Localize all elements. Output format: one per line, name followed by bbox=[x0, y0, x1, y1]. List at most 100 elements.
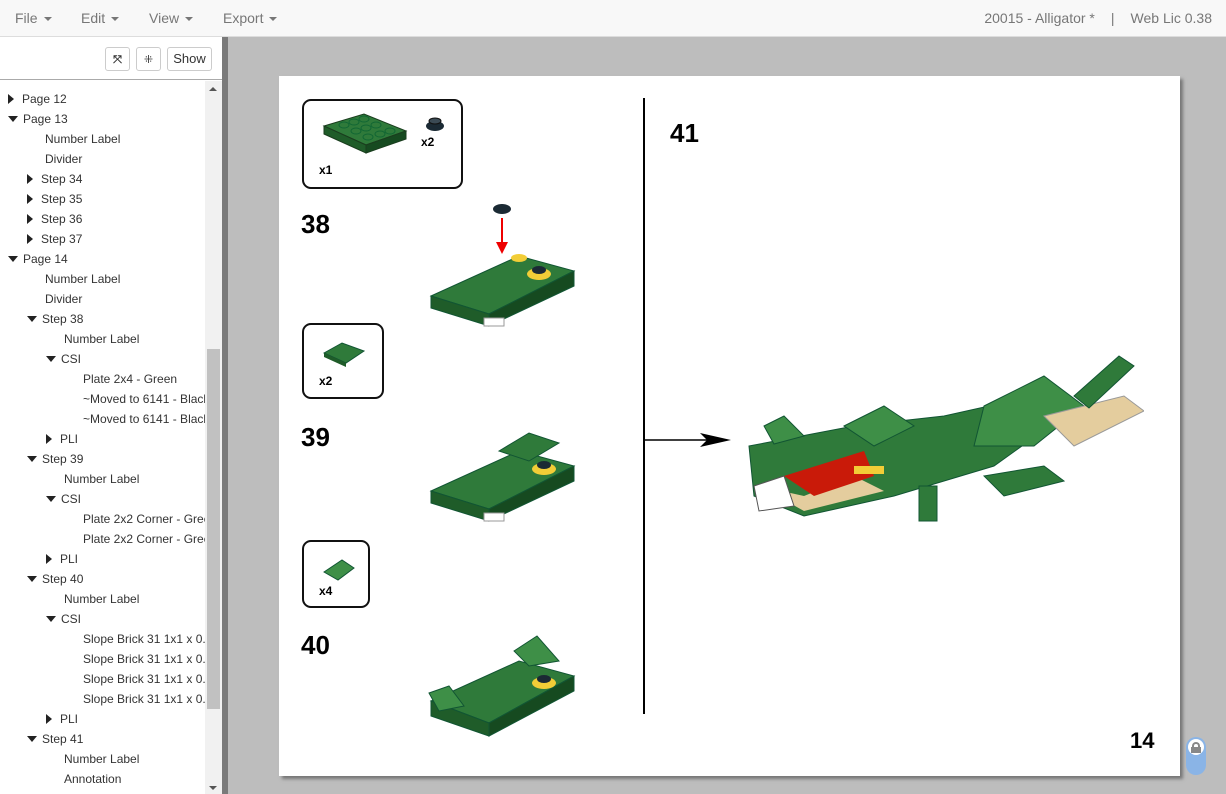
tree-item[interactable]: PLI bbox=[46, 429, 78, 449]
collapse-all-button[interactable]: ⁜ bbox=[136, 47, 161, 71]
tree-item[interactable]: CSI bbox=[46, 349, 81, 369]
tree-item[interactable]: Step 34 bbox=[27, 169, 82, 189]
caret-right-icon[interactable] bbox=[27, 174, 33, 184]
menubar: File Edit View Export 20015 - Alligator … bbox=[0, 0, 1226, 37]
tree-item-label: Number Label bbox=[64, 592, 140, 606]
tree-item[interactable]: Page 14 bbox=[8, 249, 68, 269]
page-divider[interactable] bbox=[643, 98, 645, 714]
tree-item-label: Number Label bbox=[64, 472, 140, 486]
page-number[interactable]: 14 bbox=[1130, 728, 1154, 754]
tree-item[interactable]: PLI bbox=[46, 549, 78, 569]
tree-item[interactable]: ~Moved to 6141 - Black bbox=[83, 409, 205, 429]
pli-quantity: x4 bbox=[319, 584, 333, 598]
expand-icon: ⤧ bbox=[113, 54, 122, 66]
tree-item[interactable]: Slope Brick 31 1x1 x 0.66 bbox=[83, 649, 205, 669]
tree-scrollbar[interactable] bbox=[205, 81, 222, 794]
tree-item[interactable]: Step 36 bbox=[27, 209, 82, 229]
tree-item-label: Page 13 bbox=[23, 112, 68, 126]
tree-item[interactable]: Number Label bbox=[64, 749, 139, 769]
tree-item-label: ~Moved to 6141 - Black bbox=[83, 392, 205, 406]
caret-down-icon[interactable] bbox=[27, 316, 37, 322]
collapse-icon: ⁜ bbox=[143, 54, 154, 66]
caret-down-icon[interactable] bbox=[27, 736, 37, 742]
tree-item[interactable]: Slope Brick 31 1x1 x 0.66 bbox=[83, 629, 205, 649]
tree-item[interactable]: CSI bbox=[46, 609, 81, 629]
lock-icon bbox=[1188, 739, 1204, 755]
pli-step-38[interactable]: x1 x2 bbox=[302, 99, 463, 189]
instruction-page: x1 x2 38 x2 39 x4 40 41 14 bbox=[279, 76, 1180, 776]
tree-item[interactable]: Step 41 bbox=[27, 729, 83, 749]
step-number-41[interactable]: 41 bbox=[670, 118, 699, 149]
caret-down-icon[interactable] bbox=[27, 576, 37, 582]
csi-step-38[interactable] bbox=[419, 196, 589, 336]
menu-file[interactable]: File bbox=[15, 10, 52, 26]
tree-item[interactable]: Number Label bbox=[64, 469, 139, 489]
tree-item-label: Step 34 bbox=[41, 172, 83, 186]
menu-view[interactable]: View bbox=[149, 10, 194, 26]
caret-right-icon[interactable] bbox=[46, 554, 52, 564]
tree-item-label: Step 36 bbox=[41, 212, 83, 226]
caret-down-icon[interactable] bbox=[46, 496, 56, 502]
step-number-39[interactable]: 39 bbox=[301, 422, 330, 453]
caret-down-icon[interactable] bbox=[8, 256, 18, 262]
caret-right-icon[interactable] bbox=[27, 194, 33, 204]
tree-item[interactable]: Step 40 bbox=[27, 569, 83, 589]
caret-right-icon[interactable] bbox=[27, 214, 33, 224]
caret-down-icon bbox=[185, 17, 194, 22]
scroll-up-icon[interactable] bbox=[209, 87, 217, 91]
window-title: 20015 - Alligator * | Web Lic 0.38 bbox=[984, 10, 1212, 26]
caret-right-icon[interactable] bbox=[8, 94, 14, 104]
tree-item[interactable]: Slope Brick 31 1x1 x 0.66 bbox=[83, 669, 205, 689]
pli-quantity: x2 bbox=[421, 135, 435, 149]
lock-toggle[interactable] bbox=[1186, 737, 1206, 775]
caret-down-icon[interactable] bbox=[27, 456, 37, 462]
tree-item-label: Number Label bbox=[64, 752, 140, 766]
expand-all-button[interactable]: ⤧ bbox=[105, 47, 130, 71]
pli-step-40[interactable]: x4 bbox=[302, 540, 370, 608]
caret-down-icon bbox=[269, 17, 278, 22]
csi-step-41-alligator[interactable] bbox=[744, 336, 1144, 546]
tree-item[interactable]: Step 39 bbox=[27, 449, 83, 469]
tree-item[interactable]: ~Moved to 6141 - Black bbox=[83, 389, 205, 409]
tree-item[interactable]: Plate 2x4 - Green bbox=[83, 369, 177, 389]
caret-down-icon[interactable] bbox=[46, 356, 56, 362]
menu-edit[interactable]: Edit bbox=[81, 10, 120, 26]
tree-item-label: Plate 2x2 Corner - Green bbox=[83, 512, 205, 526]
tree-item[interactable]: Annotation bbox=[64, 769, 121, 789]
tree-item-label: Step 40 bbox=[42, 572, 84, 586]
tree-item[interactable]: Plate 2x2 Corner - Green bbox=[83, 529, 205, 549]
tree-item[interactable]: Page 12 bbox=[8, 89, 67, 109]
tree-item[interactable]: Slope Brick 31 1x1 x 0.66 bbox=[83, 689, 205, 709]
tree-item-label: Step 41 bbox=[42, 732, 84, 746]
tree-item[interactable]: Number Label bbox=[45, 269, 120, 289]
tree-item[interactable]: Page 13 bbox=[8, 109, 68, 129]
tree-item[interactable]: Plate 2x2 Corner - Green bbox=[83, 509, 205, 529]
tree-item[interactable]: Divider bbox=[45, 149, 82, 169]
splitter[interactable] bbox=[222, 37, 228, 794]
tree-item-label: Annotation bbox=[64, 772, 122, 786]
scrollbar-thumb[interactable] bbox=[207, 349, 220, 709]
tree-item[interactable]: Step 37 bbox=[27, 229, 82, 249]
show-button[interactable]: Show bbox=[167, 47, 212, 71]
csi-step-39[interactable] bbox=[419, 421, 589, 531]
menu-export[interactable]: Export bbox=[223, 10, 278, 26]
tree-item[interactable]: CSI bbox=[46, 489, 81, 509]
pli-step-39[interactable]: x2 bbox=[302, 323, 384, 399]
caret-right-icon[interactable] bbox=[46, 714, 52, 724]
tree-item[interactable]: Step 35 bbox=[27, 189, 82, 209]
tree-item[interactable]: Step 38 bbox=[27, 309, 83, 329]
caret-down-icon[interactable] bbox=[8, 116, 18, 122]
tree-item[interactable]: Number Label bbox=[64, 589, 139, 609]
tree-item[interactable]: Number Label bbox=[64, 329, 139, 349]
tree-item[interactable]: PLI bbox=[46, 709, 78, 729]
step-number-38[interactable]: 38 bbox=[301, 209, 330, 240]
tree-item[interactable]: Number Label bbox=[45, 129, 120, 149]
caret-right-icon[interactable] bbox=[27, 234, 33, 244]
step-number-40[interactable]: 40 bbox=[301, 630, 330, 661]
scroll-down-icon[interactable] bbox=[209, 786, 217, 790]
tree-item[interactable]: Divider bbox=[45, 289, 82, 309]
sidebar: ⤧ ⁜ Show Page 12 Page 13 Number Label Divid… bbox=[0, 37, 222, 794]
caret-right-icon[interactable] bbox=[46, 434, 52, 444]
csi-step-40[interactable] bbox=[419, 631, 589, 746]
caret-down-icon[interactable] bbox=[46, 616, 56, 622]
